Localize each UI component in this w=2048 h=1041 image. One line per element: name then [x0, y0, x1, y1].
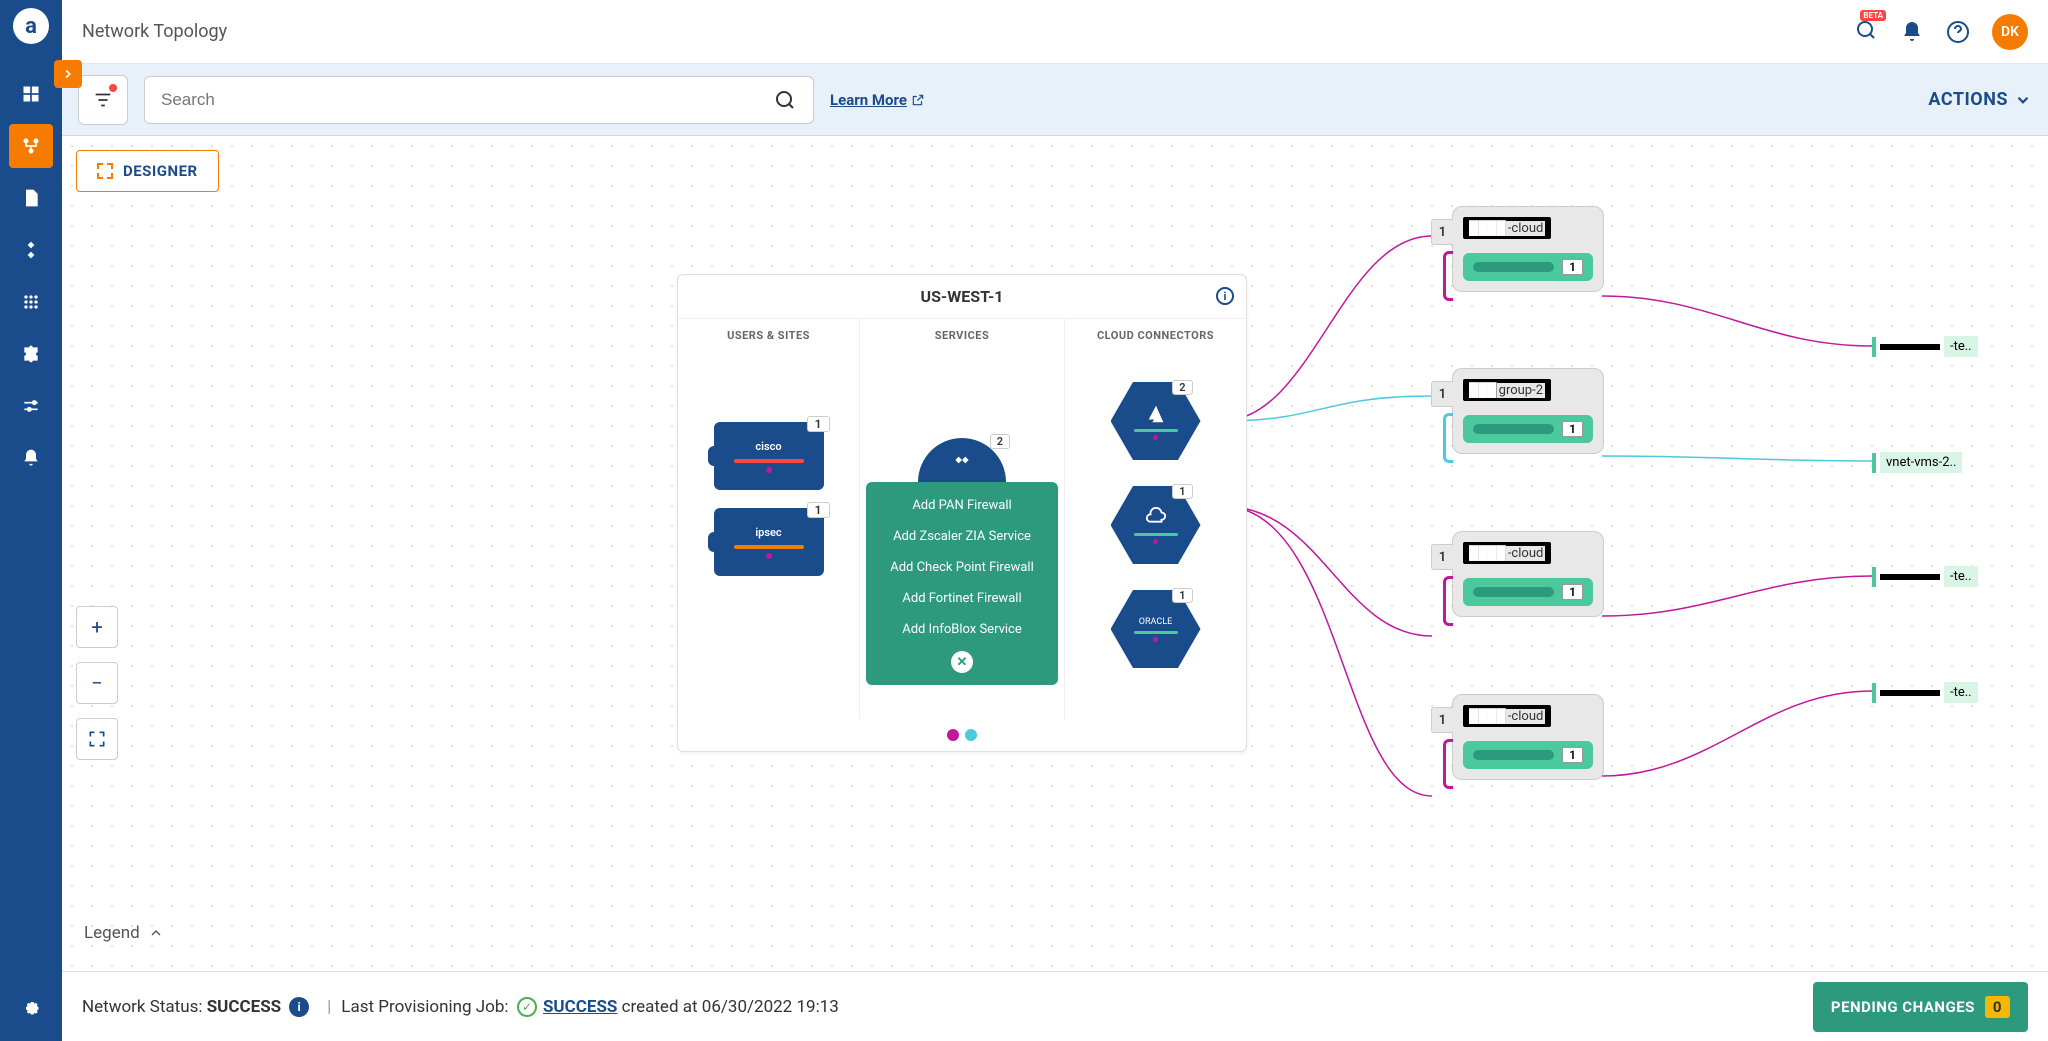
column-services: SERVICES 2 Add PAN Firewall Add Zscaler [860, 319, 1065, 719]
resource-group-card[interactable]: 1 ███group-2 1 [1452, 368, 1604, 454]
pending-changes-button[interactable]: PENDING CHANGES 0 [1813, 982, 2028, 1032]
page-title: Network Topology [82, 21, 227, 42]
service-menu-item[interactable]: Add Fortinet Firewall [866, 583, 1058, 614]
resource-group-card[interactable]: 1 ████-cloud 1 [1452, 694, 1604, 780]
sidebar-item-grid[interactable] [9, 280, 53, 324]
external-link-icon [911, 93, 925, 107]
zoom-controls: + − [76, 606, 118, 760]
help-icon[interactable] [1946, 20, 1970, 44]
filter-button[interactable] [78, 75, 128, 125]
notification-bell-icon[interactable] [1900, 20, 1924, 44]
connector-azure[interactable]: 2 [1111, 382, 1201, 472]
region-info-icon[interactable]: i [1216, 287, 1234, 305]
sidebar: a [0, 0, 62, 1041]
region-title: US-WEST-1 [921, 287, 1004, 306]
chevron-up-icon [148, 925, 164, 941]
oracle-label: ORACLE [1139, 617, 1172, 627]
endpoint-label[interactable]: vnet-vms-2.. [1872, 452, 1962, 473]
success-check-icon: ✓ [517, 997, 537, 1017]
sidebar-item-routes[interactable] [9, 228, 53, 272]
header: Network Topology BETA DK [62, 0, 2048, 64]
network-status-value: SUCCESS [207, 997, 281, 1017]
service-hub-node[interactable]: 2 [918, 438, 1006, 482]
chevron-down-icon [2014, 91, 2032, 109]
service-menu-item[interactable]: Add PAN Firewall [866, 490, 1058, 521]
zoom-fit-button[interactable] [76, 718, 118, 760]
connector-oracle[interactable]: 1 ORACLE [1111, 590, 1201, 680]
service-menu-item[interactable]: Add InfoBlox Service [866, 614, 1058, 645]
connector-cloud[interactable]: 1 [1111, 486, 1201, 576]
network-status-label: Network Status: [82, 997, 203, 1017]
service-add-menu: 2 Add PAN Firewall Add Zscaler ZIA Servi… [866, 482, 1058, 685]
logo: a [13, 8, 49, 44]
grid-icon [21, 292, 41, 312]
document-icon [21, 188, 41, 208]
last-job-status-link[interactable]: SUCCESS [543, 997, 617, 1017]
last-job-label: Last Provisioning Job: [341, 997, 508, 1017]
status-footer: Network Status: SUCCESS i | Last Provisi… [62, 971, 2048, 1041]
zoom-in-button[interactable]: + [76, 606, 118, 648]
designer-button[interactable]: DESIGNER [76, 150, 219, 192]
chevron-right-icon [61, 67, 75, 81]
filter-active-indicator [109, 84, 117, 92]
sidebar-item-documents[interactable] [9, 176, 53, 220]
endpoint-label[interactable]: -te.. [1872, 336, 1978, 357]
user-node-ipsec[interactable]: 1 ipsec [714, 508, 824, 576]
search-input[interactable] [161, 90, 763, 110]
learn-more-link[interactable]: Learn More [830, 91, 925, 109]
service-menu-close[interactable]: ✕ [951, 651, 973, 673]
sidebar-item-gear[interactable] [9, 985, 53, 1029]
sliders-icon [21, 396, 41, 416]
sidebar-item-alerts[interactable] [9, 436, 53, 480]
topology-icon [21, 136, 41, 156]
beta-search-button[interactable]: BETA [1854, 18, 1878, 46]
resource-group-card[interactable]: 1 ████-cloud 1 [1452, 531, 1604, 617]
designer-icon [97, 163, 113, 179]
gear-icon [21, 997, 41, 1017]
service-icon [952, 450, 972, 470]
column-users-sites: USERS & SITES 1 cisco 1 ipsec [678, 319, 860, 719]
bell-icon [21, 448, 41, 468]
sidebar-item-topology[interactable] [9, 124, 53, 168]
last-job-time: created at 06/30/2022 19:13 [622, 997, 839, 1017]
topology-canvas[interactable]: DESIGNER + − Legend [62, 136, 2048, 1041]
zoom-out-button[interactable]: − [76, 662, 118, 704]
sidebar-expand-toggle[interactable] [54, 60, 82, 88]
service-menu-item[interactable]: Add Zscaler ZIA Service [866, 521, 1058, 552]
sidebar-item-plugins[interactable] [9, 332, 53, 376]
azure-icon [1145, 403, 1167, 425]
search-box[interactable] [144, 76, 814, 124]
routes-icon [21, 240, 41, 260]
status-info-icon[interactable]: i [289, 997, 309, 1017]
service-menu-item[interactable]: Add Check Point Firewall [866, 552, 1058, 583]
endpoint-label[interactable]: -te.. [1872, 682, 1978, 703]
sidebar-item-dashboard[interactable] [9, 72, 53, 116]
cloud-icon [1145, 507, 1167, 529]
fullscreen-icon [87, 729, 107, 749]
filter-icon [92, 89, 114, 111]
beta-tag: BETA [1860, 10, 1886, 21]
legend-toggle[interactable]: Legend [84, 923, 164, 943]
column-cloud-connectors: CLOUD CONNECTORS 2 1 [1065, 319, 1246, 719]
region-card: US-WEST-1 i USERS & SITES 1 cisco [677, 274, 1247, 752]
search-loop-icon [1854, 18, 1878, 42]
user-avatar[interactable]: DK [1992, 14, 2028, 50]
puzzle-icon [21, 344, 41, 364]
dashboard-icon [21, 84, 41, 104]
resource-group-card[interactable]: 1 ████-cloud 1 [1452, 206, 1604, 292]
search-icon [773, 88, 797, 112]
region-status-dots [678, 719, 1246, 751]
actions-dropdown[interactable]: ACTIONS [1928, 89, 2032, 110]
sidebar-item-settings[interactable] [9, 384, 53, 428]
toolbar: Learn More ACTIONS [62, 64, 2048, 136]
endpoint-label[interactable]: -te.. [1872, 566, 1978, 587]
user-node-cisco[interactable]: 1 cisco [714, 422, 824, 490]
